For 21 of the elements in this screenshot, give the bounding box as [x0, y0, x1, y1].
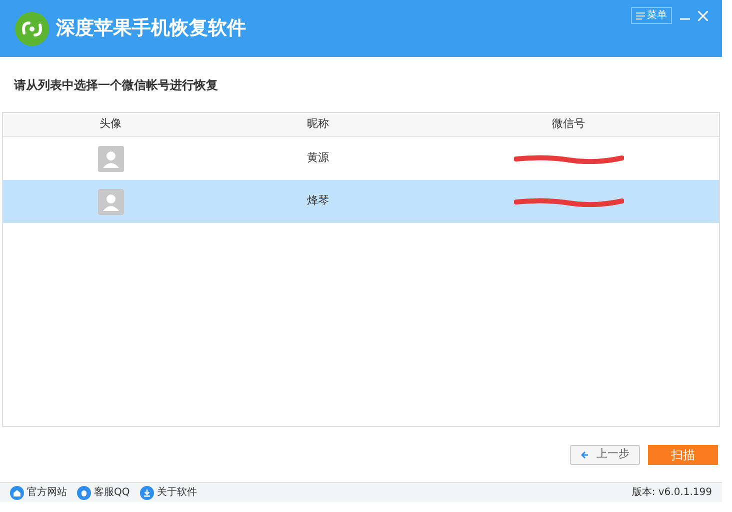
menu-icon	[636, 12, 645, 20]
arrow-left-icon	[580, 450, 588, 458]
instruction-text: 请从列表中选择一个微信帐号进行恢复	[14, 76, 218, 94]
footer-link[interactable]: 关于软件	[140, 485, 197, 500]
table-cell-text: 黄源	[307, 150, 329, 166]
window-title: 深度苹果手机恢复软件	[56, 16, 246, 42]
avatar-icon	[98, 188, 124, 214]
logo-icon	[14, 10, 50, 46]
column-header: 微信号	[551, 116, 586, 132]
footer-link[interactable]: 客服QQ	[77, 485, 130, 500]
column-header: 头像	[98, 116, 122, 132]
footer-link[interactable]: 官方网站	[10, 485, 67, 500]
avatar-icon	[98, 146, 124, 172]
close-icon[interactable]	[698, 10, 708, 20]
download-icon	[140, 486, 154, 500]
back-button[interactable]: 上一步	[570, 444, 640, 464]
version-text: 版本: v6.0.1.199	[632, 486, 712, 500]
table-cell-text: 烽琴	[307, 193, 329, 210]
table-row[interactable]: 烽琴	[3, 180, 719, 223]
home-icon	[10, 486, 24, 500]
column-header: 昵称	[306, 116, 330, 132]
